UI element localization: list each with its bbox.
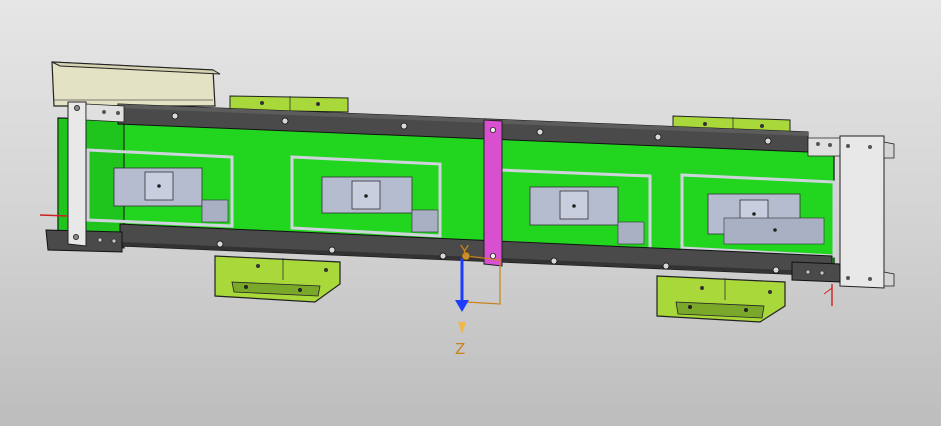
bottom-mount-left [214,255,341,303]
center-bracket [483,119,503,267]
bottom-mount-right [656,275,786,323]
z-axis-marker [458,322,466,334]
motor-housing [51,61,221,107]
y-axis-label: Y [459,242,470,260]
z-axis-label: Z [455,340,465,358]
cad-viewport[interactable]: Y Z [0,0,941,426]
assembly-drawing: Y Z [39,61,895,358]
z-axis-arrowhead [455,300,469,312]
